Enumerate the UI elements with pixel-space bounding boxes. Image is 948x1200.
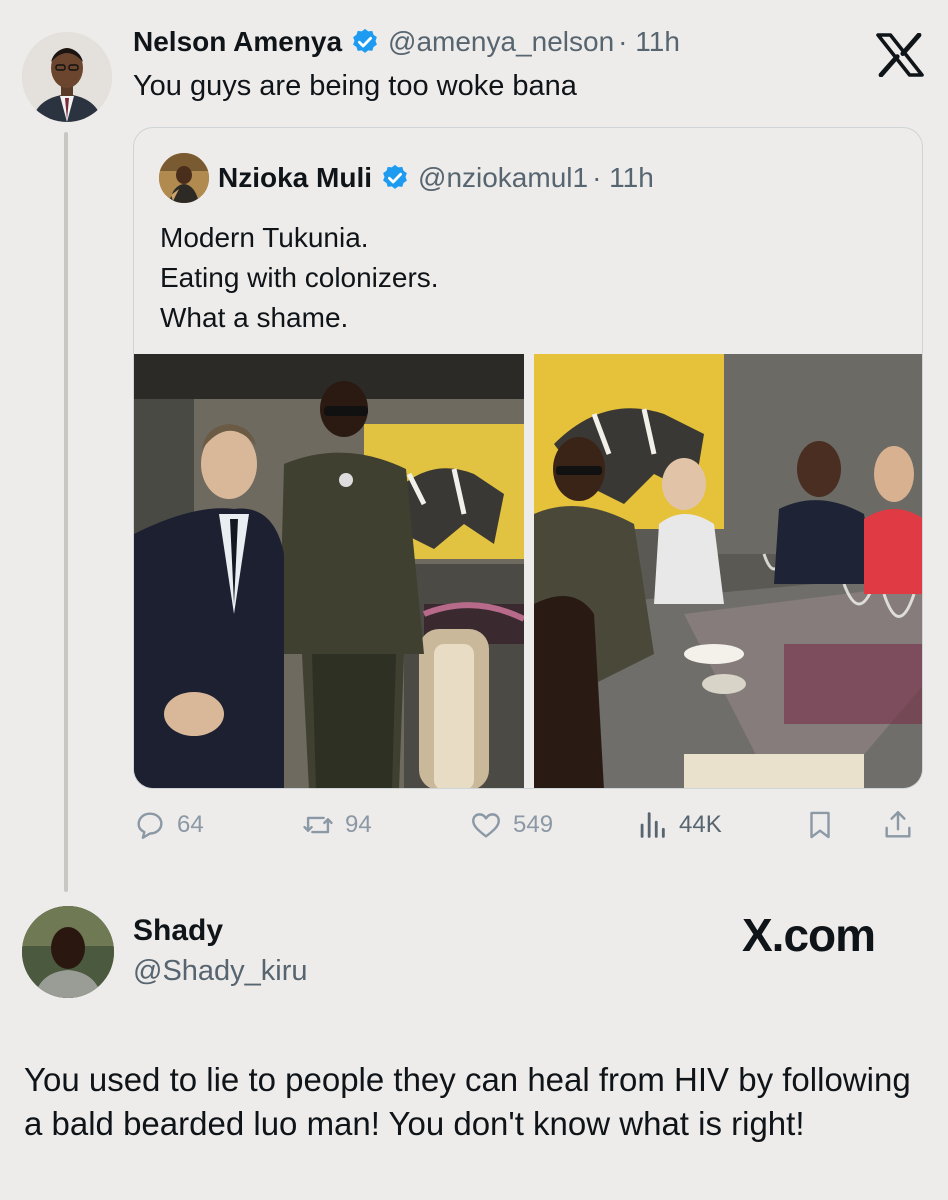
reply-text: You used to lie to people they can heal …	[24, 1061, 911, 1142]
views-icon	[640, 812, 665, 838]
quoted-line: Eating with colonizers.	[160, 262, 439, 293]
tweet-time: · 11h	[618, 26, 680, 57]
like-action[interactable]: 549	[469, 808, 553, 842]
reply-count: 64	[177, 811, 204, 838]
bookmark-action[interactable]	[803, 808, 837, 842]
share-action[interactable]	[881, 808, 915, 842]
reply-author-handle[interactable]: @Shady_kiru	[133, 955, 308, 988]
author-handle[interactable]: @amenya_nelson	[388, 26, 614, 58]
views-action[interactable]: 44K	[635, 808, 722, 842]
tweet-text: You guys are being too woke bana	[133, 70, 577, 102]
action-bar: 64 94 549 44K	[133, 808, 923, 848]
quoted-tweet-time: · 11h	[592, 162, 654, 193]
repost-icon	[303, 816, 333, 834]
avatar-nelson[interactable]	[22, 32, 112, 122]
views-count: 44K	[679, 811, 722, 838]
comment-icon	[137, 812, 163, 839]
reply-author-name[interactable]: Shady	[133, 914, 223, 948]
heart-icon	[472, 813, 500, 838]
repost-count: 94	[345, 811, 372, 838]
xcom-watermark: X.com	[742, 908, 876, 962]
quoted-line: What a shame.	[160, 302, 349, 333]
quoted-line: Modern Tukunia.	[160, 222, 369, 253]
tweet-header: Nelson Amenya @amenya_nelson · 11h	[133, 26, 680, 58]
avatar-shady[interactable]	[22, 906, 114, 998]
quoted-tweet-text: Modern Tukunia. Eating with colonizers. …	[160, 218, 439, 338]
verified-badge-icon	[383, 164, 407, 189]
bookmark-icon	[810, 811, 830, 839]
author-name[interactable]: Nelson Amenya	[133, 26, 342, 58]
quoted-author-name[interactable]: Nzioka Muli	[218, 162, 372, 194]
watermark-text: X.com	[742, 909, 876, 961]
repost-action[interactable]: 94	[301, 808, 372, 842]
avatar-nzioka[interactable]	[159, 153, 209, 203]
verified-badge-icon	[353, 28, 377, 53]
quoted-author-handle[interactable]: @nziokamul1	[418, 162, 588, 194]
like-count: 549	[513, 811, 554, 838]
quoted-header: Nzioka Muli @nziokamul1 · 11h	[218, 162, 654, 194]
quoted-tweet-card[interactable]: Nzioka Muli @nziokamul1 · 11h Modern Tuk…	[133, 127, 923, 789]
share-icon	[885, 811, 911, 838]
thread-line	[64, 132, 68, 892]
reply-action[interactable]: 64	[133, 808, 204, 842]
media-grid	[134, 354, 922, 788]
media-photo-1[interactable]	[134, 354, 524, 788]
x-logo-icon[interactable]	[876, 33, 924, 77]
media-photo-2[interactable]	[534, 354, 922, 788]
